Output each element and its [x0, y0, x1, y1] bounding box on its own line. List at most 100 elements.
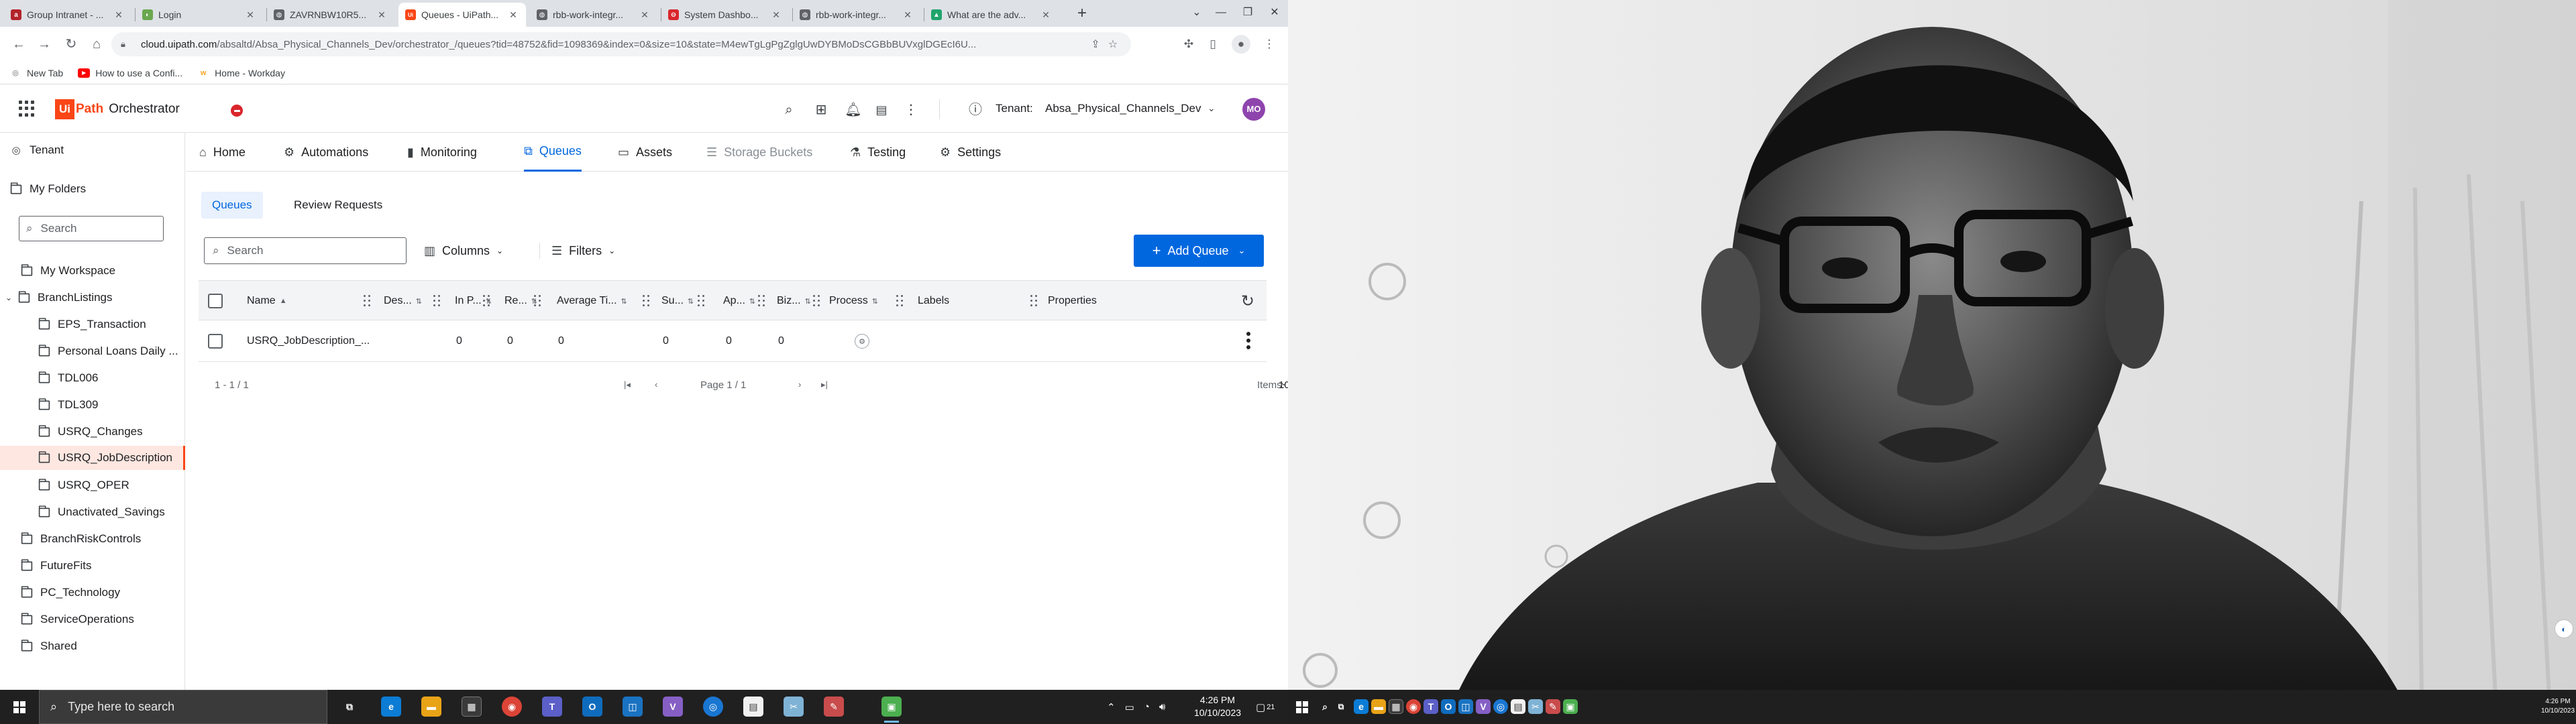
- tray-chevron-up-icon[interactable]: ⌃: [1107, 701, 1116, 713]
- column-resize-handle-icon[interactable]: [758, 295, 765, 307]
- column-resize-handle-icon[interactable]: [483, 295, 490, 307]
- tab-queues[interactable]: Queues: [201, 192, 263, 219]
- chevron-down-icon[interactable]: ⌄: [1280, 377, 1288, 388]
- select-all-checkbox[interactable]: [208, 294, 223, 308]
- edge-icon[interactable]: e: [381, 697, 401, 717]
- process-icon[interactable]: ⚙: [855, 334, 869, 349]
- notification-center-icon[interactable]: ▢ 21: [1256, 690, 1275, 724]
- restore-icon[interactable]: ❐: [1234, 0, 1261, 27]
- sidebar-item-my-workspace[interactable]: My Workspace: [0, 259, 185, 283]
- column-header-average-time[interactable]: Average Ti... ⇅: [557, 281, 627, 321]
- column-resize-handle-icon[interactable]: [433, 295, 440, 307]
- sidebar-item-usrq-oper[interactable]: USRQ_OPER: [0, 473, 185, 497]
- chrome-icon[interactable]: ◉: [1406, 699, 1421, 714]
- remote-desktop-icon[interactable]: ◫: [1458, 699, 1473, 714]
- sidebar-my-folders[interactable]: My Folders: [0, 177, 185, 201]
- search-icon[interactable]: ⌕: [780, 101, 798, 119]
- close-icon[interactable]: ✕: [376, 9, 388, 21]
- more-vertical-icon[interactable]: ⋮: [902, 101, 920, 119]
- browser-app-icon[interactable]: ◎: [703, 697, 723, 717]
- edge-icon[interactable]: e: [1354, 699, 1368, 714]
- nav-automations[interactable]: ⚙ Automations: [284, 133, 368, 172]
- window-close-icon[interactable]: ✕: [1261, 0, 1288, 27]
- nav-storage-buckets[interactable]: ☰ Storage Buckets: [706, 133, 812, 172]
- uipath-assistant-icon[interactable]: ▣: [881, 697, 902, 723]
- column-resize-handle-icon[interactable]: [364, 295, 370, 307]
- browser-tab[interactable]: ◍ rbb-work-integr... ✕: [530, 3, 657, 27]
- nav-settings[interactable]: ⚙ Settings: [940, 133, 1001, 172]
- first-page-icon[interactable]: |◂: [624, 379, 631, 390]
- windows-start-icon[interactable]: [1296, 701, 1308, 713]
- back-arrow-icon[interactable]: ←: [8, 34, 30, 55]
- paint-icon[interactable]: ✎: [1546, 699, 1560, 714]
- chevron-down-icon[interactable]: ⌄: [1208, 103, 1216, 114]
- taskbar-clock[interactable]: 4:26 PM 10/10/2023: [1187, 694, 1248, 719]
- row-more-actions-icon[interactable]: [1246, 332, 1250, 349]
- last-page-icon[interactable]: ▸|: [821, 379, 828, 390]
- notifications-bell-icon[interactable]: 🔔︎: [844, 101, 863, 119]
- sidebar-item-usrq-changes[interactable]: USRQ_Changes: [0, 420, 185, 444]
- table-row[interactable]: USRQ_JobDescription_... 0 0 0 0 0 0 ⚙: [199, 320, 1267, 362]
- battery-icon[interactable]: ▭: [1125, 701, 1134, 713]
- column-header-name[interactable]: Name ▲: [247, 281, 287, 321]
- close-icon[interactable]: ✕: [639, 9, 651, 21]
- sidebar-item-branchlistings[interactable]: ⌄ BranchListings: [0, 286, 185, 310]
- bookmark-new-tab[interactable]: ◎ New Tab: [9, 68, 63, 78]
- reload-icon[interactable]: ↻: [60, 34, 82, 55]
- paint-icon[interactable]: ✎: [824, 697, 844, 717]
- bookmark-workday[interactable]: w Home - Workday: [197, 68, 285, 78]
- sidebar-item-eps-transaction[interactable]: EPS_Transaction: [0, 312, 185, 337]
- teams-icon[interactable]: T: [1424, 699, 1438, 714]
- close-icon[interactable]: ✕: [770, 9, 782, 21]
- extensions-puzzle-icon[interactable]: ✣: [1178, 34, 1199, 55]
- queue-search-input[interactable]: ⌕ Search: [204, 237, 407, 264]
- sidebar-item-shared[interactable]: Shared: [0, 634, 185, 658]
- app-launcher-grid-icon[interactable]: [19, 101, 35, 117]
- bookmark-youtube[interactable]: ▶ How to use a Confi...: [78, 68, 182, 78]
- notepad-icon[interactable]: ▤: [743, 697, 763, 717]
- share-icon[interactable]: ⇪: [1087, 38, 1104, 51]
- column-header-process[interactable]: Process ⇅: [829, 281, 878, 321]
- file-explorer-icon[interactable]: ▬: [1371, 699, 1386, 714]
- teams-icon[interactable]: T: [542, 697, 562, 717]
- sidebar-item-tdl006[interactable]: TDL006: [0, 366, 185, 390]
- chrome-icon[interactable]: ◉: [502, 697, 522, 717]
- cell-process[interactable]: ⚙: [855, 320, 869, 362]
- tenant-selector[interactable]: Absa_Physical_Channels_Dev: [1045, 102, 1201, 115]
- minimize-icon[interactable]: —: [1208, 0, 1234, 27]
- assistant-bubble-icon[interactable]: ◐: [2555, 619, 2573, 638]
- sidebar-item-branchriskcontrols[interactable]: BranchRiskControls: [0, 527, 185, 551]
- sidebar-item-tdl309[interactable]: TDL309: [0, 393, 185, 417]
- forward-arrow-icon[interactable]: →: [34, 34, 55, 55]
- sidebar-item-pc-technology[interactable]: PC_Technology: [0, 581, 185, 605]
- browser-app-icon[interactable]: ◎: [1493, 699, 1508, 714]
- column-resize-handle-icon[interactable]: [534, 295, 541, 307]
- column-resize-handle-icon[interactable]: [698, 295, 704, 307]
- nav-testing[interactable]: ⚗ Testing: [850, 133, 906, 172]
- sidebar-tenant[interactable]: ◎ Tenant: [0, 138, 185, 162]
- user-avatar[interactable]: MO: [1242, 98, 1265, 121]
- document-icon[interactable]: ▤: [872, 101, 891, 119]
- column-header-biz-exceptions[interactable]: Biz... ⇅: [777, 281, 811, 321]
- snipping-icon[interactable]: ✂: [1528, 699, 1543, 714]
- nav-queues[interactable]: ⧉ Queues: [524, 133, 582, 172]
- filters-button[interactable]: ☰ Filters ⌄: [551, 237, 615, 264]
- close-icon[interactable]: ✕: [113, 9, 125, 21]
- add-queue-button[interactable]: + Add Queue ⌄: [1134, 235, 1264, 267]
- nav-monitoring[interactable]: ▮ Monitoring: [407, 133, 477, 172]
- next-page-icon[interactable]: ›: [798, 379, 801, 389]
- remote-desktop-icon[interactable]: ◫: [623, 697, 643, 717]
- column-resize-handle-icon[interactable]: [896, 295, 903, 307]
- uipath-assistant-icon[interactable]: ▣: [1563, 699, 1578, 714]
- side-panel-icon[interactable]: ▯: [1202, 34, 1224, 55]
- sidebar-item-serviceoperations[interactable]: ServiceOperations: [0, 607, 185, 631]
- new-tab-plus-icon[interactable]: +: [1072, 4, 1092, 24]
- close-icon[interactable]: ✕: [1040, 9, 1052, 21]
- row-checkbox[interactable]: [208, 334, 223, 349]
- sidebar-item-futurefits[interactable]: FutureFits: [0, 554, 185, 578]
- snipping-icon[interactable]: ✂: [784, 697, 804, 717]
- columns-button[interactable]: ▥ Columns ⌄: [424, 237, 503, 264]
- sidebar-item-usrq-jobdescription[interactable]: USRQ_JobDescription: [0, 446, 185, 470]
- taskbar-search-input[interactable]: ⌕ Type here to search: [39, 690, 327, 724]
- cell-name[interactable]: USRQ_JobDescription_...: [247, 320, 370, 362]
